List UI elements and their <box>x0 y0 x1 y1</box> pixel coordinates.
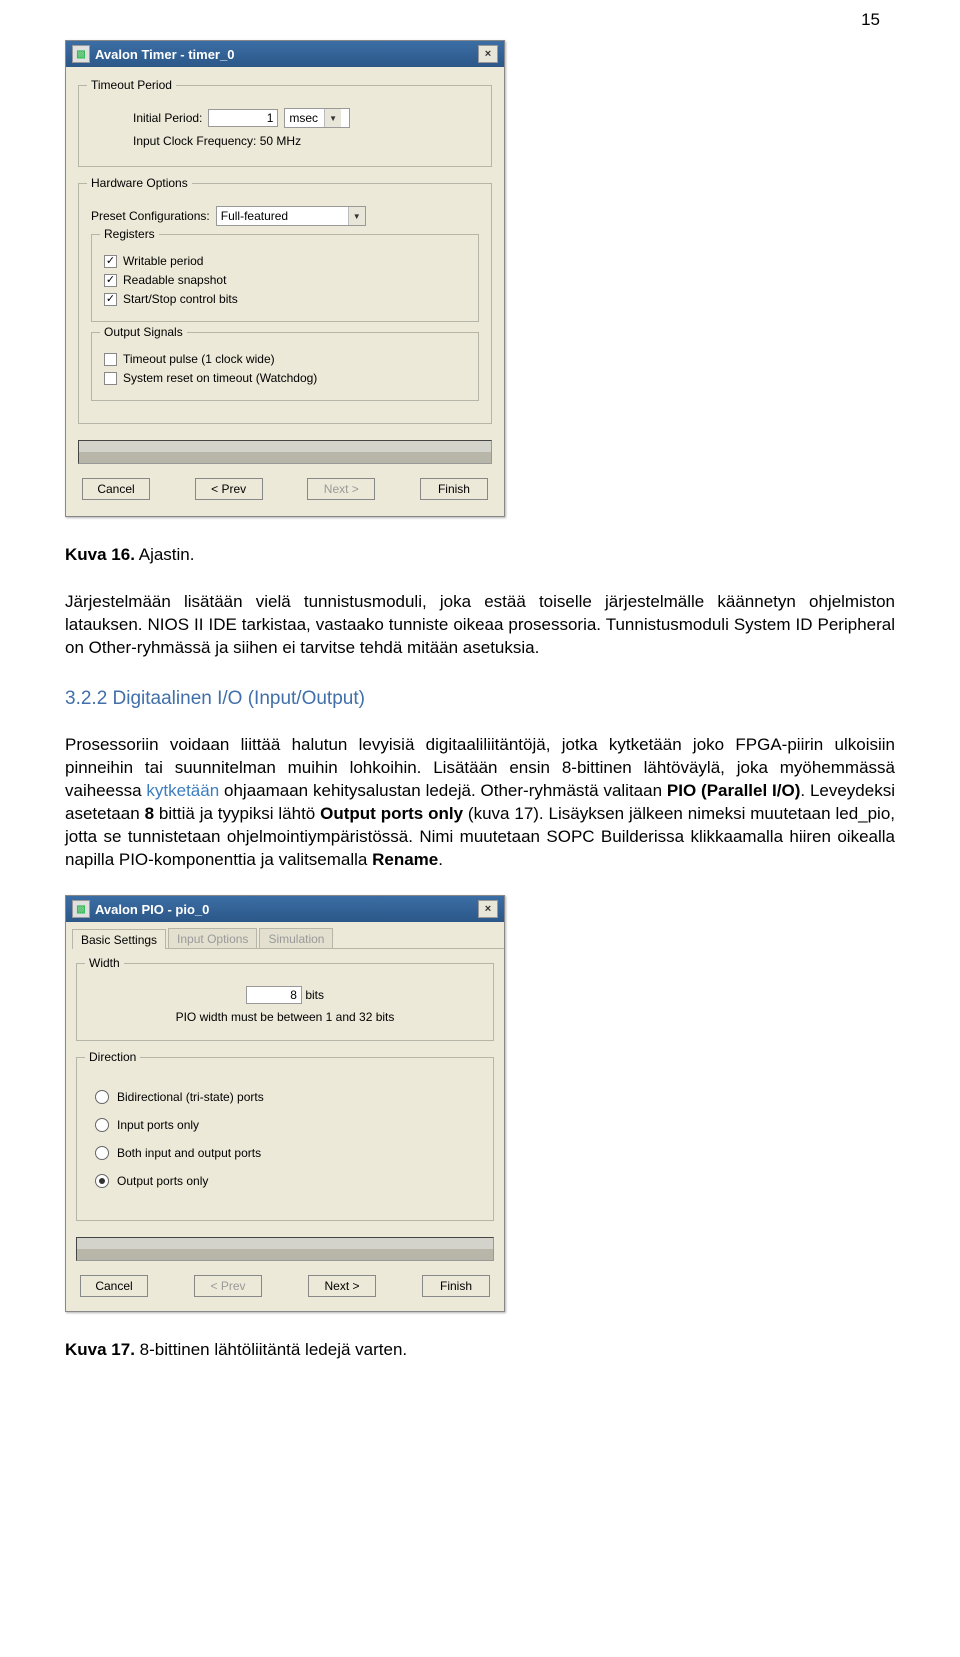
titlebar: ▧ Avalon PIO - pio_0 × <box>66 896 504 922</box>
initial-period-label: Initial Period: <box>133 111 202 125</box>
finish-button[interactable]: Finish <box>422 1275 490 1297</box>
radio-input-only[interactable] <box>95 1118 109 1132</box>
text: . <box>438 850 443 869</box>
tab-input-options[interactable]: Input Options <box>168 928 257 948</box>
combo-value: msec <box>285 111 324 125</box>
close-icon[interactable]: × <box>478 900 498 918</box>
chevron-down-icon[interactable]: ▼ <box>324 109 341 127</box>
width-unit: bits <box>305 988 324 1002</box>
preset-label: Preset Configurations: <box>91 209 210 223</box>
next-button[interactable]: Next > <box>307 478 375 500</box>
caption-prefix: Kuva 16. <box>65 545 135 564</box>
app-icon: ▧ <box>72 900 90 918</box>
checkbox-startstop[interactable]: ✓ <box>104 293 117 306</box>
radio-label: Input ports only <box>117 1118 199 1132</box>
caption-text: Ajastin. <box>139 545 195 564</box>
width-input[interactable] <box>246 986 302 1004</box>
clock-frequency-label: Input Clock Frequency: 50 MHz <box>133 134 301 148</box>
prev-button[interactable]: < Prev <box>194 1275 262 1297</box>
radio-bidirectional[interactable] <box>95 1090 109 1104</box>
caption-prefix: Kuva 17. <box>65 1340 135 1359</box>
checkbox-watchdog[interactable] <box>104 372 117 385</box>
chevron-down-icon[interactable]: ▼ <box>348 207 365 225</box>
group-legend: Hardware Options <box>87 176 192 190</box>
group-legend: Registers <box>100 227 159 241</box>
radio-label: Output ports only <box>117 1174 208 1188</box>
radio-label: Both input and output ports <box>117 1146 261 1160</box>
group-legend: Width <box>85 956 124 970</box>
avalon-timer-dialog: ▧ Avalon Timer - timer_0 × Timeout Perio… <box>65 40 505 517</box>
caption-text: 8-bittinen lähtöliitäntä ledejä varten. <box>140 1340 407 1359</box>
link-text: kytketään <box>146 781 219 800</box>
width-group: Width bits PIO width must be between 1 a… <box>76 963 494 1041</box>
radio-label: Bidirectional (tri-state) ports <box>117 1090 264 1104</box>
checkbox-label: Start/Stop control bits <box>123 292 238 306</box>
figure-17-caption: Kuva 17. 8-bittinen lähtöliitäntä ledejä… <box>65 1340 895 1360</box>
tab-bar: Basic Settings Input Options Simulation <box>72 928 504 949</box>
cancel-button[interactable]: Cancel <box>80 1275 148 1297</box>
text: ohjaamaan kehitysalustan ledejä. Other-r… <box>219 781 667 800</box>
group-legend: Output Signals <box>100 325 187 339</box>
progress-bar <box>78 440 492 464</box>
checkbox-readable[interactable]: ✓ <box>104 274 117 287</box>
radio-both[interactable] <box>95 1146 109 1160</box>
checkbox-label: Writable period <box>123 254 203 268</box>
app-icon: ▧ <box>72 45 90 63</box>
period-unit-combo[interactable]: msec ▼ <box>284 108 350 128</box>
close-icon[interactable]: × <box>478 45 498 63</box>
dialog-title: Avalon PIO - pio_0 <box>95 902 209 917</box>
next-button[interactable]: Next > <box>308 1275 376 1297</box>
checkbox-writable[interactable]: ✓ <box>104 255 117 268</box>
dialog-title: Avalon Timer - timer_0 <box>95 47 234 62</box>
cancel-button[interactable]: Cancel <box>82 478 150 500</box>
page-content: ▧ Avalon Timer - timer_0 × Timeout Perio… <box>0 30 960 1406</box>
checkbox-label: Timeout pulse (1 clock wide) <box>123 352 275 366</box>
initial-period-input[interactable] <box>208 109 278 127</box>
width-hint: PIO width must be between 1 and 32 bits <box>89 1010 481 1024</box>
checkbox-timeout-pulse[interactable] <box>104 353 117 366</box>
output-signals-group: Output Signals Timeout pulse (1 clock wi… <box>91 332 479 401</box>
bold-text: 8 <box>145 804 154 823</box>
bold-text: Output ports only <box>320 804 463 823</box>
hardware-options-group: Hardware Options Preset Configurations: … <box>78 183 492 424</box>
group-legend: Timeout Period <box>87 78 176 92</box>
paragraph-2: Prosessoriin voidaan liittää halutun lev… <box>65 734 895 872</box>
combo-value: Full-featured <box>217 209 294 223</box>
titlebar: ▧ Avalon Timer - timer_0 × <box>66 41 504 67</box>
avalon-pio-dialog: ▧ Avalon PIO - pio_0 × Basic Settings In… <box>65 895 505 1312</box>
figure-16-caption: Kuva 16. Ajastin. <box>65 545 895 565</box>
tab-simulation[interactable]: Simulation <box>259 928 333 948</box>
text: bittiä ja tyypiksi lähtö <box>154 804 320 823</box>
timeout-period-group: Timeout Period Initial Period: msec ▼ In… <box>78 85 492 167</box>
direction-group: Direction Bidirectional (tri-state) port… <box>76 1057 494 1221</box>
radio-output-only[interactable] <box>95 1174 109 1188</box>
tab-basic-settings[interactable]: Basic Settings <box>72 929 166 949</box>
checkbox-label: System reset on timeout (Watchdog) <box>123 371 317 385</box>
bold-text: PIO (Parallel I/O) <box>667 781 800 800</box>
group-legend: Direction <box>85 1050 140 1064</box>
section-heading: 3.2.2 Digitaalinen I/O (Input/Output) <box>65 688 895 710</box>
progress-bar <box>76 1237 494 1261</box>
page-number: 15 <box>0 0 960 30</box>
preset-combo[interactable]: Full-featured ▼ <box>216 206 366 226</box>
paragraph-1: Järjestelmään lisätään vielä tunnistusmo… <box>65 591 895 660</box>
registers-group: Registers ✓ Writable period ✓ Readable s… <box>91 234 479 322</box>
finish-button[interactable]: Finish <box>420 478 488 500</box>
checkbox-label: Readable snapshot <box>123 273 226 287</box>
prev-button[interactable]: < Prev <box>195 478 263 500</box>
bold-text: Rename <box>372 850 438 869</box>
